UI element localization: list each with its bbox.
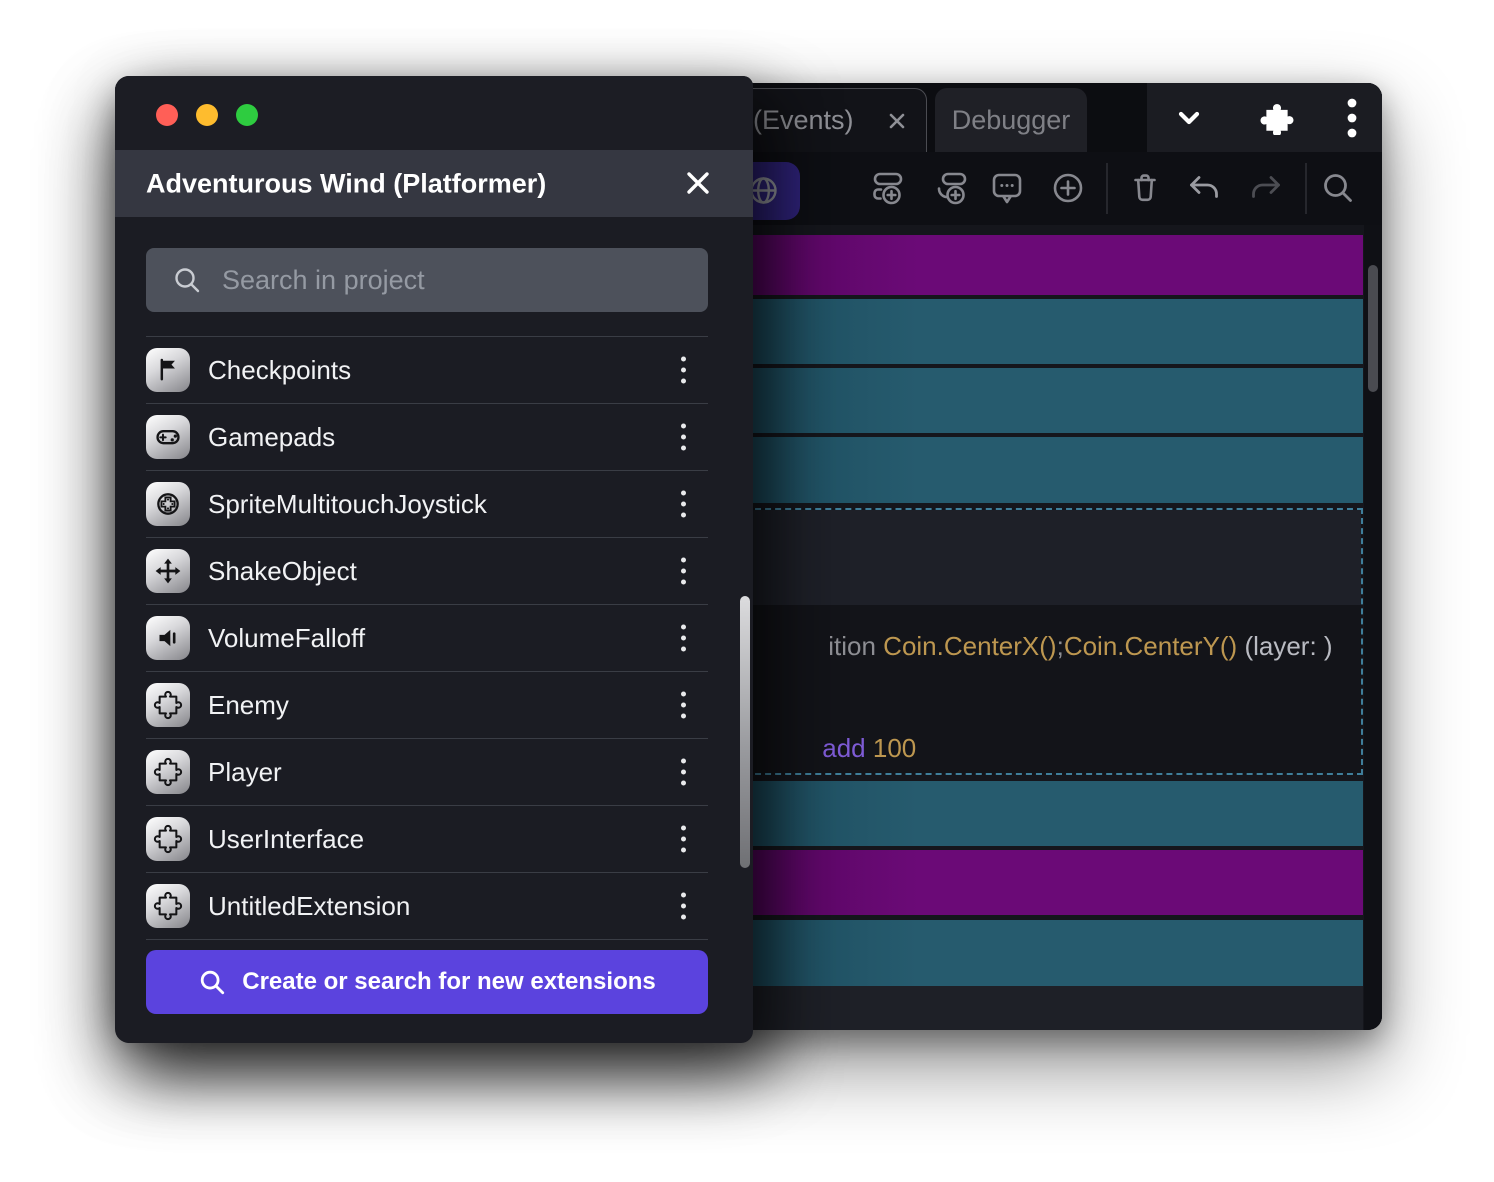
tab-debugger-label: Debugger (952, 105, 1071, 136)
tab-events[interactable]: (Events) (738, 88, 927, 152)
item-menu-icon[interactable] (681, 625, 686, 652)
extensions-list: Checkpoints Gamepads (146, 336, 708, 940)
extensions-puzzle-icon[interactable] (1260, 101, 1294, 135)
list-item-spritemultitouchjoystick[interactable]: SpriteMultitouchJoystick (146, 470, 708, 537)
list-item-userinterface[interactable]: UserInterface (146, 805, 708, 872)
add-event-icon[interactable] (868, 168, 908, 208)
extension-label: UserInterface (208, 824, 364, 855)
extension-label: ShakeObject (208, 556, 357, 587)
puzzle-icon (146, 817, 190, 861)
event-row-teal[interactable] (745, 781, 1363, 846)
close-icon[interactable] (682, 167, 714, 199)
chevron-down-icon[interactable] (1171, 100, 1207, 136)
tab-debugger[interactable]: Debugger (935, 88, 1087, 152)
drawer-header: Adventurous Wind (Platformer) (115, 150, 753, 217)
item-menu-icon[interactable] (681, 558, 686, 585)
selected-event-conditions[interactable] (747, 510, 1361, 605)
add-subevent-icon[interactable] (932, 168, 972, 208)
joystick-icon (146, 482, 190, 526)
puzzle-icon (146, 884, 190, 928)
more-vertical-icon[interactable] (1346, 96, 1358, 140)
selected-event[interactable]: ition Coin.CenterX();Coin.CenterY() (lay… (745, 508, 1363, 775)
code-text: (layer: ) (1237, 631, 1332, 661)
list-item-checkpoints[interactable]: Checkpoints (146, 336, 708, 403)
event-row-teal[interactable] (745, 437, 1363, 503)
toolbar-separator (1106, 163, 1108, 214)
item-menu-icon[interactable] (681, 826, 686, 853)
event-row-purple[interactable] (745, 235, 1363, 295)
scrollbar-thumb[interactable] (1368, 265, 1378, 392)
project-search[interactable] (146, 248, 708, 312)
list-item-player[interactable]: Player (146, 738, 708, 805)
event-row-teal[interactable] (745, 299, 1363, 364)
event-rows: ition Coin.CenterX();Coin.CenterY() (lay… (745, 225, 1363, 1030)
add-comment-icon[interactable] (987, 168, 1027, 208)
minimize-window-button[interactable] (196, 104, 218, 126)
list-item-gamepads[interactable]: Gamepads (146, 403, 708, 470)
code-text: ition (828, 631, 883, 661)
extension-label: UntitledExtension (208, 891, 410, 922)
trash-icon[interactable] (1125, 168, 1165, 208)
drawer-scrollbar-thumb[interactable] (740, 596, 750, 868)
item-menu-icon[interactable] (681, 759, 686, 786)
item-menu-icon[interactable] (681, 424, 686, 451)
event-row-teal[interactable] (745, 368, 1363, 433)
move-arrows-icon (146, 549, 190, 593)
globe-icon (751, 174, 780, 207)
extension-label: Player (208, 757, 282, 788)
event-row-teal[interactable] (745, 920, 1363, 986)
search-icon (172, 265, 202, 295)
window-actions (1147, 83, 1382, 152)
item-menu-icon[interactable] (681, 893, 686, 920)
item-menu-icon[interactable] (681, 357, 686, 384)
extension-label: Checkpoints (208, 355, 351, 386)
gamepad-icon (146, 415, 190, 459)
tab-events-label: (Events) (753, 105, 854, 136)
extension-label: Enemy (208, 690, 289, 721)
toolbar-separator (1305, 163, 1307, 214)
list-item-shakeobject[interactable]: ShakeObject (146, 537, 708, 604)
item-menu-icon[interactable] (681, 491, 686, 518)
puzzle-icon (146, 683, 190, 727)
code-text: ; (1057, 631, 1064, 661)
project-title: Adventurous Wind (Platformer) (146, 168, 546, 199)
create-extension-label: Create or search for new extensions (242, 968, 655, 996)
item-menu-icon[interactable] (681, 692, 686, 719)
code-expression: Coin.CenterX() (883, 631, 1056, 661)
speaker-icon (146, 616, 190, 660)
drawer-titlebar (115, 76, 753, 150)
list-item-untitledextension[interactable]: UntitledExtension (146, 872, 708, 940)
add-circle-icon[interactable] (1048, 168, 1088, 208)
list-item-volumefalloff[interactable]: VolumeFalloff (146, 604, 708, 671)
search-icon (198, 968, 226, 996)
flag-icon (146, 348, 190, 392)
scene-mode-button[interactable] (751, 162, 800, 220)
extension-label: Gamepads (208, 422, 335, 453)
puzzle-icon (146, 750, 190, 794)
close-window-button[interactable] (156, 104, 178, 126)
extension-label: SpriteMultitouchJoystick (208, 489, 487, 520)
tab-close-icon[interactable] (886, 110, 908, 132)
zoom-window-button[interactable] (236, 104, 258, 126)
search-events-icon[interactable] (1318, 168, 1358, 208)
code-expression: Coin.CenterY() (1064, 631, 1237, 661)
extensions-panel: Adventurous Wind (Platformer) Checkpoint… (115, 76, 753, 1043)
event-row-purple[interactable] (745, 850, 1363, 915)
create-extension-button[interactable]: Create or search for new extensions (146, 950, 708, 1014)
events-footer-strip (745, 986, 1363, 1030)
undo-icon[interactable] (1185, 168, 1225, 208)
list-item-enemy[interactable]: Enemy (146, 671, 708, 738)
redo-icon[interactable] (1245, 168, 1285, 208)
extension-label: VolumeFalloff (208, 623, 365, 654)
event-action-position[interactable]: ition Coin.CenterX();Coin.CenterY() (lay… (756, 595, 1333, 697)
search-input[interactable] (220, 264, 708, 297)
